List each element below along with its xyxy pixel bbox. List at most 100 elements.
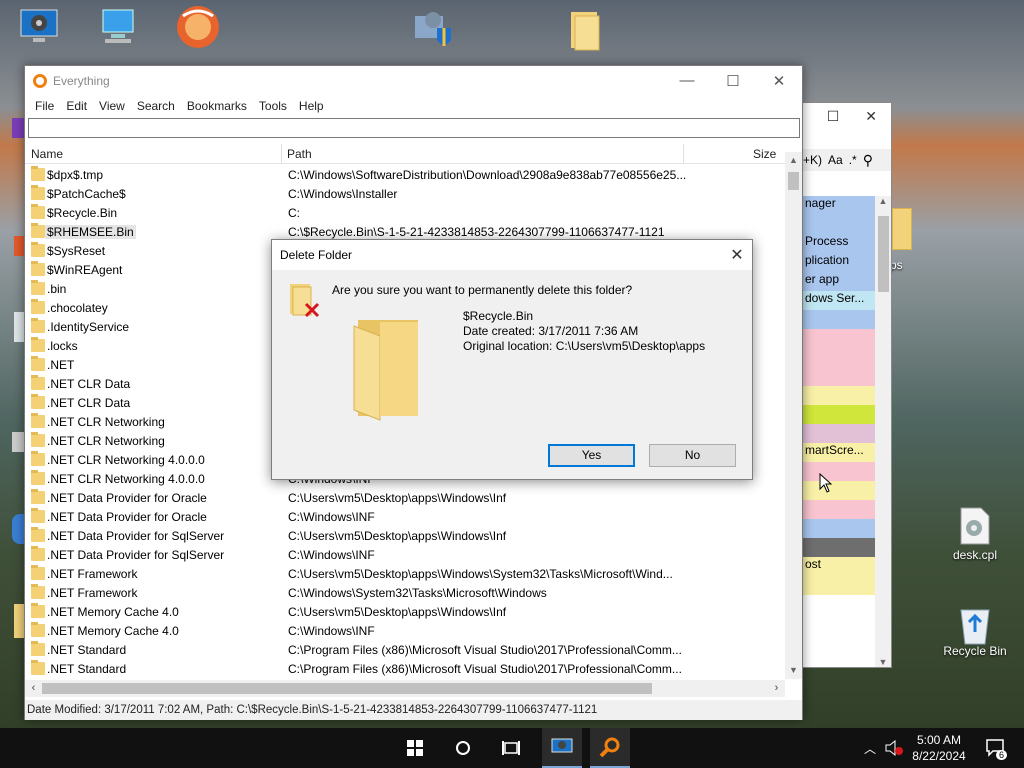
scroll-left-icon[interactable]: ‹ [25,680,42,697]
list-item[interactable]: ost [803,557,877,576]
scroll-up-icon[interactable]: ▲ [875,196,891,206]
vertical-scrollbar[interactable]: ▲ ▼ [785,152,802,679]
list-item[interactable] [803,386,877,405]
scroll-down-icon[interactable]: ▼ [875,657,891,667]
desktop-icon-system[interactable] [4,6,74,48]
windows-logo-icon [407,740,423,756]
desktop-icon-installer[interactable] [396,6,466,48]
row-name: .IdentityService [47,320,130,334]
background-window-search-options: +K) Aa .* ⚲ [801,149,891,171]
list-item[interactable] [803,367,877,386]
desktop-icon-recycle-bin[interactable]: Recycle Bin [940,602,1010,658]
no-button[interactable]: No [649,444,736,467]
table-row[interactable]: .NET Framework C:\Users\vm5\Desktop\apps\… [25,565,785,584]
close-icon[interactable]: ✕ [722,245,752,265]
taskbar-app-system[interactable] [542,728,582,768]
column-name[interactable]: Name [31,147,63,161]
desktop-icon-partial-right[interactable] [892,208,912,250]
table-row[interactable]: .NET Framework C:\Windows\System32\Tasks\… [25,584,785,603]
regex-toggle[interactable]: .* [849,153,857,167]
list-item[interactable] [803,538,877,557]
list-item[interactable] [803,424,877,443]
menu-file[interactable]: File [29,99,60,113]
yes-button[interactable]: Yes [548,444,635,467]
everything-titlebar: Everything — ☐ ✕ [25,66,802,96]
horizontal-scrollbar[interactable]: ‹ › [25,680,785,697]
list-item[interactable] [803,500,877,519]
folder-icon [31,432,45,447]
table-row[interactable]: .NET Memory Cache 4.0 C:\Users\vm5\Deskto… [25,603,785,622]
menu-help[interactable]: Help [293,99,330,113]
show-hidden-icons-button[interactable]: ︿ [860,728,880,768]
column-size[interactable]: Size [753,147,776,161]
folder-icon [31,489,45,504]
maximize-icon[interactable]: ☐ [827,108,840,125]
item-details: $Recycle.Bin Date created: 3/17/2011 7:3… [463,309,705,354]
table-row[interactable]: .NET Standard C:\Program Files (x86)\Micr… [25,641,785,660]
list-item[interactable]: martScre... [803,443,877,462]
minimize-icon[interactable]: — [664,72,710,90]
action-center-button[interactable]: 6 [980,728,1012,768]
desktop-icon-folder[interactable] [548,8,618,51]
list-item[interactable] [803,576,877,595]
recycle-bin-label: Recycle Bin [943,644,1007,658]
desktop-icon-pc[interactable] [82,6,152,48]
close-icon[interactable]: ✕ [865,108,877,125]
table-row[interactable]: $dpx$.tmp C:\Windows\SoftwareDistribution… [25,166,785,185]
list-item[interactable]: Process [803,234,877,253]
background-window-titlebar: ☐ ✕ [801,103,891,129]
table-row[interactable]: .NET Data Provider for Oracle C:\Users\vm… [25,489,785,508]
list-item[interactable] [803,329,877,348]
list-item[interactable] [803,310,877,329]
list-item[interactable] [803,481,877,500]
list-item[interactable] [803,519,877,538]
scroll-thumb[interactable] [42,683,652,694]
volume-button[interactable] [882,728,906,768]
search-icon[interactable]: ⚲ [863,152,873,169]
maximize-icon[interactable]: ☐ [710,72,756,90]
taskbar-app-everything[interactable] [590,728,630,768]
scroll-thumb[interactable] [878,216,889,292]
menu-view[interactable]: View [93,99,131,113]
start-button[interactable] [396,728,434,768]
search-input[interactable] [28,118,800,138]
menu-edit[interactable]: Edit [60,99,93,113]
table-row[interactable]: .NET Memory Cache 4.0 C:\Windows\INF [25,622,785,641]
list-item[interactable] [803,348,877,367]
list-item[interactable]: dows Ser... [803,291,877,310]
list-item[interactable] [803,215,877,234]
menu-tools[interactable]: Tools [253,99,293,113]
column-path[interactable]: Path [287,147,312,161]
task-view-button[interactable] [492,728,530,768]
table-row[interactable]: .NET Data Provider for SqlServer C:\Users… [25,527,785,546]
table-row[interactable]: .NET Data Provider for Oracle C:\Windows\… [25,508,785,527]
scroll-right-icon[interactable]: › [768,680,785,697]
delete-folder-dialog[interactable]: Delete Folder ✕ Are you sure you want to… [271,239,753,480]
search-button[interactable] [444,728,482,768]
menu-search[interactable]: Search [131,99,181,113]
list-item[interactable] [803,405,877,424]
deskcpl-label: desk.cpl [952,548,998,562]
list-item[interactable] [803,462,877,481]
scroll-down-icon[interactable]: ▼ [785,662,802,679]
column-divider[interactable] [281,144,282,164]
clock[interactable]: 5:00 AM 8/22/2024 [908,732,970,764]
desktop-icon-browser[interactable] [160,4,230,48]
table-row[interactable]: .NET Data Provider for SqlServer C:\Windo… [25,546,785,565]
background-window-scrollbar[interactable]: ▲ ▼ [875,196,891,667]
list-item[interactable]: er app [803,272,877,291]
background-window[interactable]: ☐ ✕ +K) Aa .* ⚲ nager Process plication er … [800,102,892,668]
scroll-thumb[interactable] [788,172,799,190]
table-row[interactable]: $Recycle.Bin C: [25,204,785,223]
table-row[interactable]: .NET Standard C:\Program Files (x86)\Micr… [25,660,785,679]
desktop-icon-deskcpl[interactable]: desk.cpl [940,506,1010,562]
close-icon[interactable]: ✕ [756,72,802,90]
scroll-up-icon[interactable]: ▲ [785,152,802,169]
table-row[interactable]: $PatchCache$ C:\Windows\Installer [25,185,785,204]
list-item[interactable]: nager [803,196,877,215]
match-case-toggle[interactable]: Aa [828,153,843,167]
list-item[interactable]: plication [803,253,877,272]
menu-bookmarks[interactable]: Bookmarks [181,99,253,113]
monitor-gear-icon [551,738,573,753]
column-divider[interactable] [683,144,684,164]
